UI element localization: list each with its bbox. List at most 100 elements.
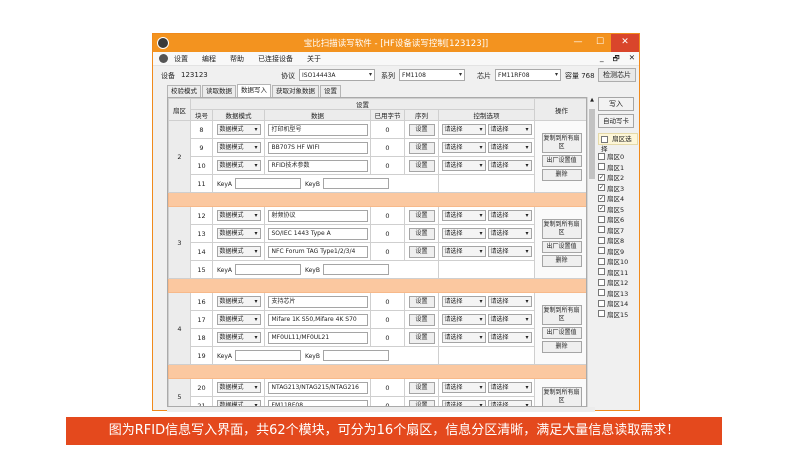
maximize-button[interactable]: ☐ — [589, 34, 611, 52]
delete-button[interactable]: 删除 — [541, 340, 582, 353]
sector-checkbox[interactable]: 扇区9 — [598, 246, 636, 257]
scroll-thumb[interactable] — [589, 109, 595, 179]
sector-checkbox[interactable]: 扇区15 — [598, 309, 636, 320]
control-select[interactable]: 请选择 — [441, 296, 486, 307]
tab-get-object-data[interactable]: 获取对象数据 — [272, 85, 319, 97]
tab-write-data[interactable]: 数据写入 — [237, 84, 271, 97]
sector-checkbox[interactable]: ✓ 扇区2 — [598, 172, 636, 183]
set-button[interactable]: 设置 — [408, 331, 435, 344]
control-select[interactable]: 请选择 — [487, 400, 532, 406]
set-button[interactable]: 设置 — [408, 399, 435, 406]
control-select[interactable]: 请选择 — [487, 296, 532, 307]
sector-checkbox[interactable]: 扇区14 — [598, 298, 636, 309]
copy-to-all-button[interactable]: 复制到所有扇区 — [541, 304, 582, 325]
control-select[interactable]: 请选择 — [487, 160, 532, 171]
menu-about[interactable]: 关于 — [307, 54, 321, 64]
data-mode-select[interactable]: 数据模式 — [216, 210, 261, 221]
sector-checkbox[interactable]: 扇区11 — [598, 267, 636, 278]
data-input[interactable]: MF0UL11/MF0UL21 — [267, 331, 368, 344]
set-button[interactable]: 设置 — [408, 159, 435, 172]
sector-checkbox[interactable]: 扇区10 — [598, 256, 636, 267]
control-select[interactable]: 请选择 — [441, 124, 486, 135]
control-select[interactable]: 请选择 — [487, 210, 532, 221]
data-input[interactable]: RFID技术参数 — [267, 159, 368, 172]
protocol-select[interactable]: ISO14443A ▾ — [299, 69, 375, 81]
data-input[interactable]: 打印机型号 — [267, 123, 368, 136]
control-select[interactable]: 请选择 — [441, 160, 486, 171]
chip-select[interactable]: FM11RF08 ▾ — [495, 69, 561, 81]
menu-connected-devices[interactable]: 已连接设备 — [258, 54, 293, 64]
set-button[interactable]: 设置 — [408, 227, 435, 240]
data-mode-select[interactable]: 数据模式 — [216, 160, 261, 171]
control-select[interactable]: 请选择 — [487, 314, 532, 325]
keya-input[interactable] — [234, 350, 301, 361]
close-button[interactable]: ✕ — [611, 34, 639, 52]
control-select[interactable]: 请选择 — [487, 332, 532, 343]
data-mode-select[interactable]: 数据模式 — [216, 124, 261, 135]
copy-to-all-button[interactable]: 复制到所有扇区 — [541, 218, 582, 239]
delete-button[interactable]: 删除 — [541, 168, 582, 181]
set-button[interactable]: 设置 — [408, 295, 435, 308]
control-select[interactable]: 请选择 — [441, 382, 486, 393]
keyb-input[interactable] — [322, 350, 389, 361]
data-mode-select[interactable]: 数据模式 — [216, 314, 261, 325]
data-mode-select[interactable]: 数据模式 — [216, 296, 261, 307]
factory-default-button[interactable]: 出厂设置值 — [541, 326, 582, 339]
keya-input[interactable] — [234, 264, 301, 275]
data-input[interactable]: 支持芯片 — [267, 295, 368, 308]
sector-checkbox[interactable]: 扇区1 — [598, 162, 636, 173]
title-bar[interactable]: 宝比扫描读写软件 - [HF设备读写控制[123123]] — ☐ ✕ — [153, 34, 639, 52]
sector-checkbox[interactable]: 扇区13 — [598, 288, 636, 299]
data-mode-select[interactable]: 数据模式 — [216, 400, 261, 406]
tab-settings[interactable]: 设置 — [320, 85, 341, 97]
data-input[interactable]: FM11RF08 — [267, 399, 368, 406]
sector-checkbox[interactable]: 扇区12 — [598, 277, 636, 288]
set-button[interactable]: 设置 — [408, 313, 435, 326]
copy-to-all-button[interactable]: 复制到所有扇区 — [541, 132, 582, 153]
sector-checkbox[interactable]: 扇区6 — [598, 214, 636, 225]
menu-settings[interactable]: 设置 — [174, 54, 188, 64]
scroll-up-icon[interactable]: ▲ — [588, 97, 596, 103]
set-button[interactable]: 设置 — [408, 209, 435, 222]
data-mode-select[interactable]: 数据模式 — [216, 246, 261, 257]
control-select[interactable]: 请选择 — [487, 246, 532, 257]
control-select[interactable]: 请选择 — [487, 382, 532, 393]
horizontal-scrollbar[interactable] — [167, 407, 595, 412]
minimize-button[interactable]: — — [567, 34, 589, 52]
data-mode-select[interactable]: 数据模式 — [216, 228, 261, 239]
control-select[interactable]: 请选择 — [441, 332, 486, 343]
sector-checkbox[interactable]: ✓ 扇区3 — [598, 183, 636, 194]
tab-verify-mode[interactable]: 校验模式 — [167, 85, 201, 97]
data-mode-select[interactable]: 数据模式 — [216, 332, 261, 343]
data-input[interactable]: 射频协议 — [267, 209, 368, 222]
data-input[interactable]: BB707S HF WIFI — [267, 141, 368, 154]
mdi-close-button[interactable]: ✕ — [629, 53, 635, 66]
data-input[interactable]: NFC Forum TAG Type1/2/3/4 — [267, 245, 368, 258]
control-select[interactable]: 请选择 — [487, 142, 532, 153]
data-input[interactable]: NTAG213/NTAG215/NTAG216 — [267, 381, 368, 394]
mdi-restore-button[interactable]: 🗗 — [613, 53, 620, 66]
sector-checkbox[interactable]: 扇区8 — [598, 235, 636, 246]
data-mode-select[interactable]: 数据模式 — [216, 142, 261, 153]
data-input[interactable]: Mifare 1K S50,Mifare 4K S70 — [267, 313, 368, 326]
copy-to-all-button[interactable]: 复制到所有扇区 — [541, 386, 582, 406]
sector-checkbox[interactable]: 扇区7 — [598, 225, 636, 236]
series-select[interactable]: FM1108 ▾ — [399, 69, 465, 81]
sector-checkbox[interactable]: 扇区0 — [598, 151, 636, 162]
factory-default-button[interactable]: 出厂设置值 — [541, 154, 582, 167]
control-select[interactable]: 请选择 — [441, 246, 486, 257]
sector-checkbox[interactable]: ✓ 扇区5 — [598, 204, 636, 215]
delete-button[interactable]: 删除 — [541, 254, 582, 267]
keya-input[interactable] — [234, 178, 301, 189]
data-mode-select[interactable]: 数据模式 — [216, 382, 261, 393]
control-select[interactable]: 请选择 — [487, 228, 532, 239]
sector-checkbox[interactable]: ✓ 扇区4 — [598, 193, 636, 204]
control-select[interactable]: 请选择 — [441, 210, 486, 221]
control-select[interactable]: 请选择 — [441, 314, 486, 325]
menu-help[interactable]: 帮助 — [230, 54, 244, 64]
control-select[interactable]: 请选择 — [441, 228, 486, 239]
control-select[interactable]: 请选择 — [487, 124, 532, 135]
vertical-scrollbar[interactable]: ▲ — [587, 97, 595, 407]
set-button[interactable]: 设置 — [408, 245, 435, 258]
write-button[interactable]: 写入 — [598, 97, 634, 111]
